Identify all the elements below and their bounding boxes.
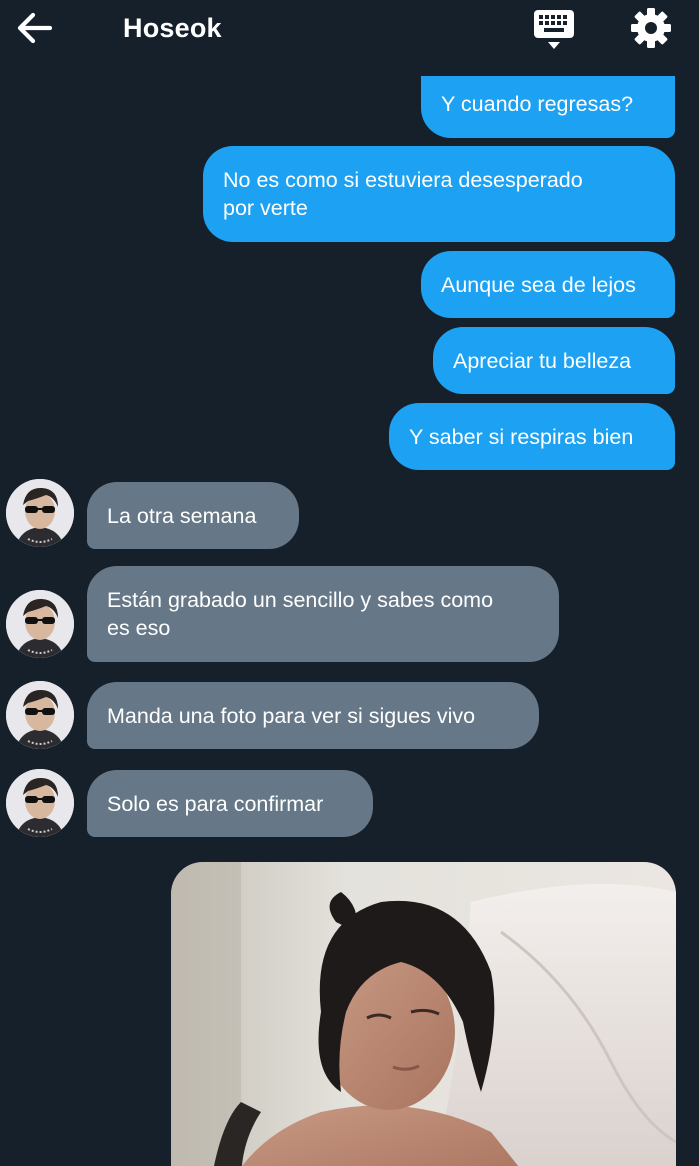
message-text-line: No es como si estuviera desesperado xyxy=(223,168,583,192)
message-text-line: Están grabado un sencillo y sabes como xyxy=(107,588,494,612)
outgoing-message[interactable]: Aunque sea de lejos xyxy=(421,251,675,318)
contact-avatar[interactable] xyxy=(6,479,74,547)
arrow-left-icon xyxy=(17,12,53,44)
message-list[interactable]: Y cuando regresas? No es como si estuvie… xyxy=(0,58,699,1166)
contact-avatar[interactable] xyxy=(6,681,74,749)
message-text: Apreciar tu belleza xyxy=(453,348,632,373)
contact-avatar[interactable] xyxy=(6,590,74,658)
photo-attachment-image xyxy=(171,862,676,1166)
message-text: La otra semana xyxy=(107,503,257,528)
outgoing-message[interactable]: Apreciar tu belleza xyxy=(433,327,675,394)
contact-name: Hoseok xyxy=(123,13,222,43)
message-text-line: por verte xyxy=(223,196,308,220)
keyboard-toggle-button[interactable] xyxy=(531,8,577,52)
keyboard-hide-icon xyxy=(534,10,574,49)
avatar-image xyxy=(6,681,74,749)
message-text: Aunque sea de lejos xyxy=(441,272,636,297)
avatar-image xyxy=(6,769,74,837)
incoming-message[interactable]: La otra semana xyxy=(87,482,299,549)
incoming-message[interactable]: Manda una foto para ver si sigues vivo xyxy=(87,682,539,749)
back-button[interactable] xyxy=(14,10,56,46)
avatar-image xyxy=(6,479,74,547)
photo-message[interactable] xyxy=(171,862,676,1166)
incoming-message[interactable]: Solo es para confirmar xyxy=(87,770,373,837)
message-text-line: es eso xyxy=(107,616,171,640)
message-text: Manda una foto para ver si sigues vivo xyxy=(107,703,476,728)
chat-header: Hoseok xyxy=(0,0,699,58)
contact-avatar[interactable] xyxy=(6,769,74,837)
message-text: Y cuando regresas? xyxy=(441,92,634,116)
avatar-image xyxy=(6,590,74,658)
gear-icon xyxy=(631,8,671,48)
message-text: Y saber si respiras bien xyxy=(409,424,634,449)
message-text: Solo es para confirmar xyxy=(107,791,324,816)
outgoing-message[interactable]: Y cuando regresas? xyxy=(421,76,675,138)
incoming-message[interactable]: Están grabado un sencillo y sabes como e… xyxy=(87,566,559,662)
outgoing-message[interactable]: Y saber si respiras bien xyxy=(389,403,675,470)
settings-button[interactable] xyxy=(628,7,674,51)
outgoing-message[interactable]: No es como si estuviera desesperado por … xyxy=(203,146,675,242)
